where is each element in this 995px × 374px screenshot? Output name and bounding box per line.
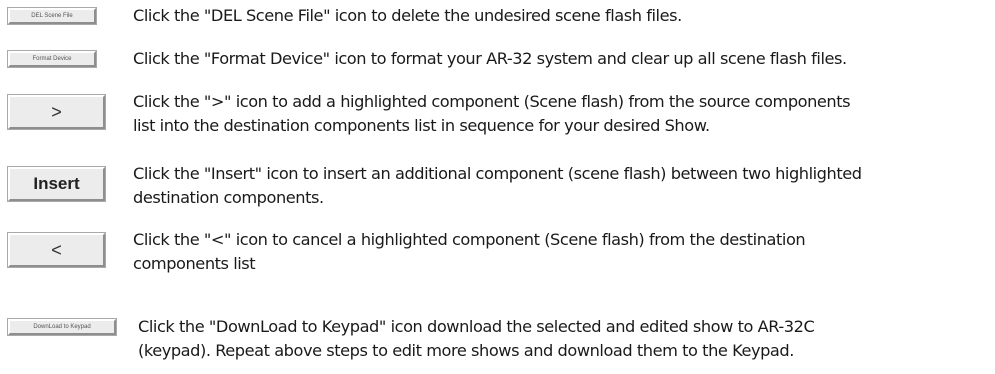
- add-component-description-line-2: list into the destination components lis…: [133, 116, 710, 135]
- download-to-keypad-button[interactable]: DownLoad to Keypad: [7, 318, 117, 336]
- del-scene-file-description: Click the "DEL Scene File" icon to delet…: [133, 6, 682, 25]
- insert-description-line-2: destination components.: [133, 188, 324, 207]
- download-to-keypad-description-line-1: Click the "DownLoad to Keypad" icon down…: [138, 317, 815, 336]
- download-to-keypad-description-line-2: (keypad). Repeat above steps to edit mor…: [138, 341, 794, 360]
- cancel-component-description-line-2: components list: [133, 254, 256, 273]
- insert-description-line-1: Click the "Insert" icon to insert an add…: [133, 164, 862, 183]
- insert-button[interactable]: Insert: [7, 166, 106, 202]
- format-device-description: Click the "Format Device" icon to format…: [133, 49, 847, 68]
- add-component-description-line-1: Click the ">" icon to add a highlighted …: [133, 92, 851, 111]
- del-scene-file-button[interactable]: DEL Scene File: [7, 7, 97, 25]
- cancel-component-button[interactable]: <: [7, 232, 106, 268]
- cancel-component-description-line-1: Click the "<" icon to cancel a highlight…: [133, 230, 806, 249]
- add-component-button[interactable]: >: [7, 94, 106, 130]
- format-device-button[interactable]: Format Device: [7, 50, 97, 68]
